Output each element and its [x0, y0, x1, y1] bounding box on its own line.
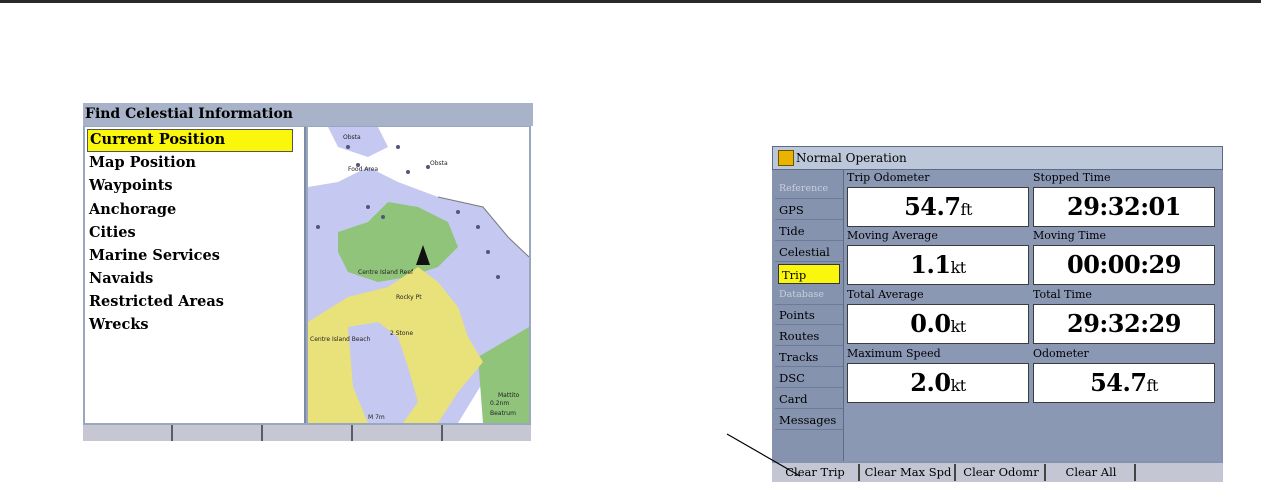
tab-column: Reference GPS Tide Celestial Trip Databa… [775, 171, 843, 461]
moving-time-value: 00:00:29 [1067, 250, 1181, 279]
softkey-5[interactable] [443, 425, 529, 441]
trip-data-panel: Trip Odometer 54.7ft Stopped Time 29:32:… [843, 170, 1221, 461]
list-item-waypoints[interactable]: Waypoints [87, 175, 173, 196]
total-average-field[interactable]: 0.0kt [847, 304, 1029, 344]
clear-max-spd-button[interactable]: Clear Max Spd [862, 464, 956, 481]
softkey-1[interactable] [83, 425, 173, 441]
map-label: Centre Island Reef [358, 269, 414, 276]
tab-routes[interactable]: Routes [775, 326, 843, 346]
tab-celestial[interactable]: Celestial [775, 242, 843, 262]
moving-average-label: Moving Average [847, 229, 938, 242]
moving-time-label: Moving Time [1033, 229, 1107, 242]
moving-average-field[interactable]: 1.1kt [847, 245, 1029, 285]
moving-time-field[interactable]: 00:00:29 [1033, 245, 1215, 285]
map-label: Rocky Pt [396, 294, 422, 301]
map-label: 2 Stone [390, 330, 413, 337]
total-average-unit: kt [950, 317, 967, 336]
clear-odomr-button[interactable]: Clear Odomr [958, 464, 1046, 481]
maximum-speed-field[interactable]: 2.0kt [847, 363, 1029, 403]
status-icon [778, 150, 794, 166]
odometer-field[interactable]: 54.7ft [1033, 363, 1215, 403]
odometer-label: Odometer [1033, 347, 1089, 360]
maximum-speed-unit: kt [950, 376, 967, 395]
screen-title: Find Celestial Information [83, 103, 533, 126]
map-label: Obsta [343, 134, 361, 141]
tab-group-database: Database [775, 285, 843, 305]
normal-operation-screen: Normal Operation Reference GPS Tide Cele… [772, 146, 1223, 482]
top-rule [0, 0, 1261, 3]
tab-dsc[interactable]: DSC [775, 368, 843, 388]
total-time-value: 29:32:29 [1067, 309, 1181, 338]
find-celestial-screen: Find Celestial Information Current Posit… [83, 103, 533, 441]
softkey-4[interactable] [353, 425, 443, 441]
trip-odometer-field[interactable]: 54.7ft [847, 187, 1029, 227]
list-item-current-position[interactable]: Current Position [87, 129, 293, 152]
list-item-navaids[interactable]: Navaids [87, 268, 153, 289]
tab-tracks[interactable]: Tracks [775, 347, 843, 367]
screen-title: Normal Operation [796, 151, 907, 165]
map-label: Mattito [498, 392, 520, 399]
moving-average-value: 1.1 [910, 250, 951, 279]
softkey-bar: Clear Trip Clear Max Spd Clear Odomr Cle… [772, 463, 1223, 482]
chart-map[interactable]: Food Area Centre Island Reef Rocky Pt Ce… [308, 127, 529, 423]
list-item-marine-services[interactable]: Marine Services [87, 245, 220, 266]
trip-odometer-unit: ft [960, 200, 973, 219]
total-time-label: Total Time [1033, 288, 1092, 301]
map-label: Food Area [348, 166, 378, 173]
list-item-cities[interactable]: Cities [87, 222, 136, 243]
clear-trip-button[interactable]: Clear Trip [772, 464, 860, 481]
list-item-wrecks[interactable]: Wrecks [87, 314, 149, 335]
trip-odometer-label: Trip Odometer [847, 171, 930, 184]
map-label: Obsta [430, 160, 448, 167]
maximum-speed-value: 2.0 [910, 368, 951, 397]
maximum-speed-label: Maximum Speed [847, 347, 941, 360]
softkey-2[interactable] [173, 425, 263, 441]
softkey-bar [83, 425, 531, 441]
total-average-value: 0.0 [910, 309, 951, 338]
total-time-field[interactable]: 29:32:29 [1033, 304, 1215, 344]
map-label: Centre Island Beach [310, 336, 371, 343]
tab-points[interactable]: Points [775, 305, 843, 325]
tab-gps[interactable]: GPS [775, 200, 843, 220]
clear-all-button[interactable]: Clear All [1048, 464, 1136, 481]
softkey-5[interactable] [1138, 464, 1223, 481]
odometer-unit: ft [1146, 376, 1159, 395]
softkey-3[interactable] [263, 425, 353, 441]
list-item-anchorage[interactable]: Anchorage [87, 199, 176, 220]
title-bar: Normal Operation [772, 146, 1223, 170]
tab-card[interactable]: Card [775, 389, 843, 409]
moving-average-unit: kt [950, 258, 967, 277]
trip-odometer-value: 54.7 [904, 192, 961, 221]
tab-trip[interactable]: Trip [778, 264, 840, 284]
category-list: Current Position Map Position Waypoints … [85, 127, 306, 423]
map-label: Beatrum [490, 410, 516, 417]
total-average-label: Total Average [847, 288, 924, 301]
map-label: 0.2nm [490, 400, 509, 407]
list-item-map-position[interactable]: Map Position [87, 152, 196, 173]
stopped-time-label: Stopped Time [1033, 171, 1111, 184]
tab-group-reference: Reference [775, 179, 843, 199]
stopped-time-field[interactable]: 29:32:01 [1033, 187, 1215, 227]
tab-tide[interactable]: Tide [775, 221, 843, 241]
tab-messages[interactable]: Messages [775, 410, 843, 430]
odometer-value: 54.7 [1090, 368, 1147, 397]
stopped-time-value: 29:32:01 [1067, 192, 1181, 221]
map-label: M 7m [368, 414, 385, 421]
list-item-restricted-areas[interactable]: Restricted Areas [87, 291, 224, 312]
